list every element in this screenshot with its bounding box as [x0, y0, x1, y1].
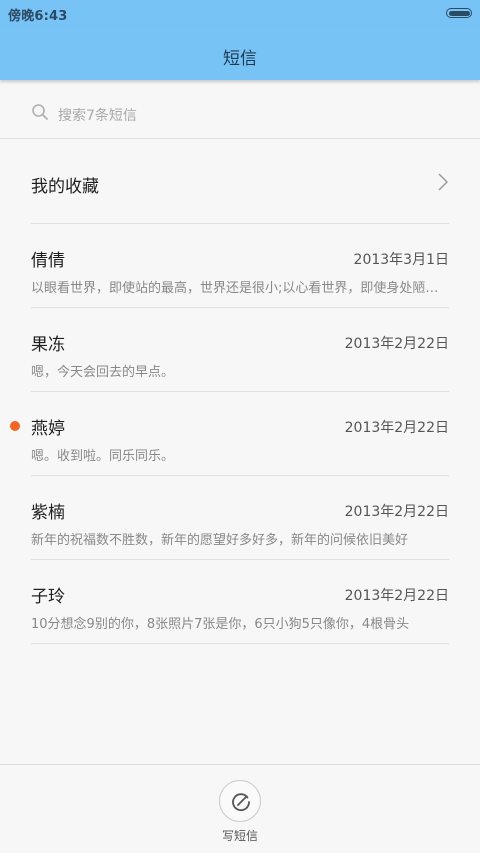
message-preview: 新年的祝福数不胜数，新年的愿望好多好多，新年的问候依旧美好 — [31, 533, 409, 548]
message-date: 2013年2月22日 — [344, 420, 449, 436]
contact-name: 紫楠 — [31, 503, 65, 523]
compose-label: 写短信 — [221, 829, 258, 843]
conversation-row[interactable]: 燕婷 2013年2月22日嗯。收到啦。同乐同乐。 — [0, 392, 480, 476]
compose-icon — [232, 793, 250, 812]
conversation-row[interactable]: 果冻 2013年2月22日嗯，今天会回去的早点。 — [0, 308, 480, 392]
page-title: 短信 — [223, 49, 257, 69]
unread-dot — [10, 421, 20, 431]
chevron-right-icon — [438, 173, 448, 195]
message-date: 2013年2月22日 — [344, 336, 449, 352]
divider — [31, 643, 449, 644]
status-time: 傍晚6:43 — [8, 9, 68, 24]
message-preview: 嗯，今天会回去的早点。 — [31, 365, 175, 380]
favorites-row[interactable]: 我的收藏 — [0, 140, 480, 224]
message-preview: 以眼看世界，即使站的最高，世界还是很小;以心看世界，即使身处陋室，世界依然很大 — [31, 281, 449, 296]
battery-icon — [446, 8, 472, 18]
bottom-bar: 写短信 — [0, 764, 480, 853]
search-input[interactable]: 搜索7条短信 — [58, 105, 137, 125]
message-date: 2013年2月22日 — [344, 504, 449, 520]
message-preview: 10分想念9别的你，8张照片7张是你，6只小狗5只像你，4根骨头 — [31, 617, 410, 632]
header: 短信 — [0, 26, 480, 80]
message-date: 2013年2月22日 — [344, 588, 449, 604]
compose-button[interactable] — [219, 780, 261, 822]
conversation-row[interactable]: 子玲 2013年2月22日 10分想念9别的你，8张照片7张是你，6只小狗5只像你，… — [0, 560, 480, 644]
message-date: 2013年3月1日 — [353, 252, 449, 268]
contact-name: 果冻 — [31, 335, 65, 355]
contact-name: 倩倩 — [31, 251, 65, 271]
message-preview: 嗯。收到啦。同乐同乐。 — [31, 449, 175, 464]
favorites-label: 我的收藏 — [31, 177, 99, 197]
conversation-row[interactable]: 倩倩 2013年3月1日以眼看世界，即使站的最高，世界还是很小;以心看世界，即使身… — [0, 224, 480, 308]
conversation-row[interactable]: 紫楠 2013年2月22日新年的祝福数不胜数，新年的愿望好多好多，新年的问候依旧美… — [0, 476, 480, 560]
contact-name: 子玲 — [31, 587, 65, 607]
contact-name: 燕婷 — [31, 419, 65, 439]
search-bar[interactable]: 搜索7条短信 — [0, 82, 480, 139]
search-icon — [31, 103, 49, 121]
status-bar: 傍晚6:43 — [0, 0, 480, 26]
